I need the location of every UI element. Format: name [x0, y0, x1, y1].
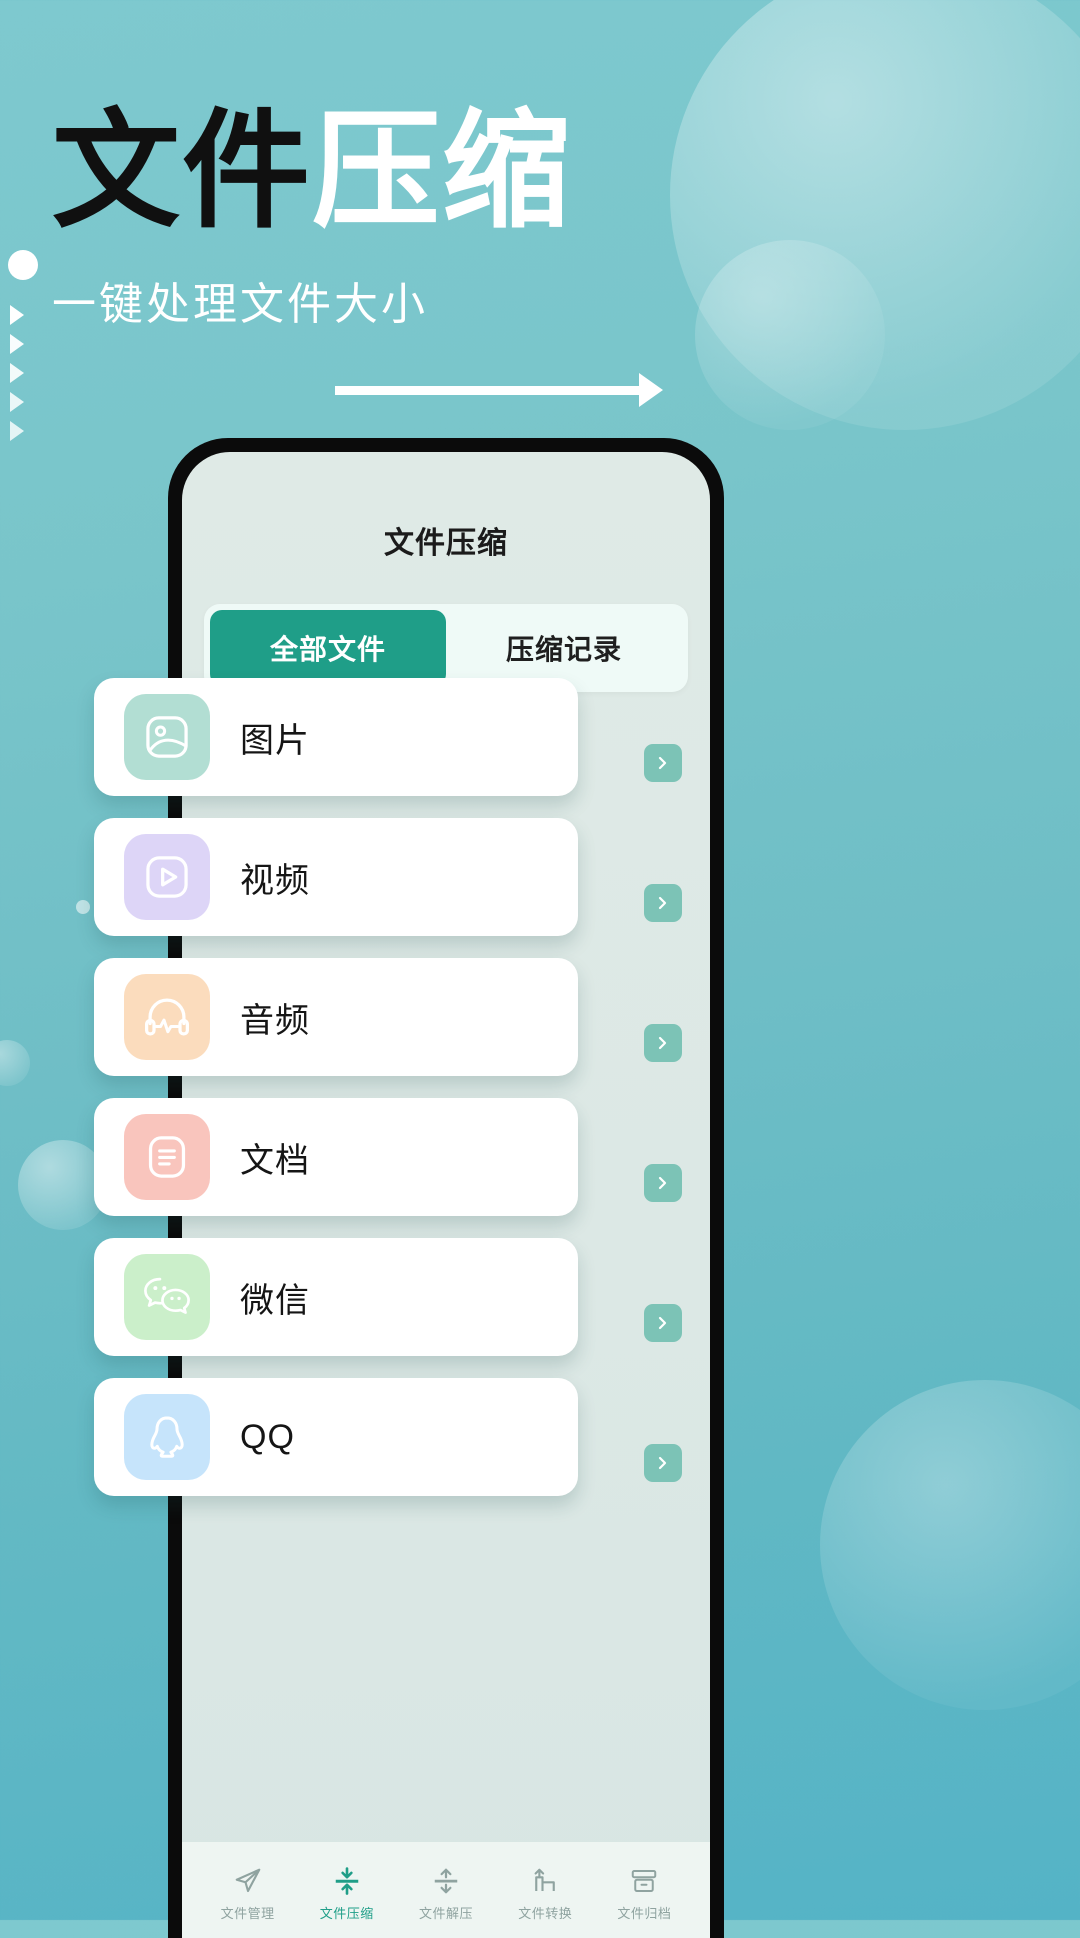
extract-icon [431, 1864, 461, 1898]
nav-label: 文件解压 [419, 1906, 474, 1921]
phone-mockup: 文件压缩 全部文件 压缩记录 文件管理 文件压缩 文件解压 文件转换 文件归档 … [94, 438, 724, 1938]
document-icon-tile [124, 1114, 210, 1200]
image-icon [146, 716, 188, 758]
nav-label: 文件压缩 [319, 1906, 374, 1921]
list-item[interactable]: 图片 [94, 678, 578, 796]
triangle-icon [10, 421, 24, 441]
list-item[interactable]: 文档 [94, 1098, 578, 1216]
triangle-icon [10, 305, 24, 325]
list-item-label: 文档 [240, 1141, 310, 1180]
compress-icon [332, 1864, 362, 1898]
image-icon-tile [124, 694, 210, 780]
list-item-label: 微信 [240, 1281, 310, 1320]
page-subtitle: 一键处理文件大小 [52, 280, 428, 329]
tab-all-files[interactable]: 全部文件 [210, 610, 446, 686]
list-item[interactable]: 音频 [94, 958, 578, 1076]
list-item[interactable]: 视频 [94, 818, 578, 936]
qq-icon-tile [124, 1394, 210, 1480]
video-icon [146, 856, 188, 898]
list-item-label: 视频 [240, 861, 310, 900]
triangle-icon [10, 334, 24, 354]
bottom-navigation-bar: 文件管理 文件压缩 文件解压 文件转换 文件归档 [182, 1842, 710, 1938]
nav-item-file-extract[interactable]: 文件解压 [396, 1864, 495, 1922]
decorative-arrow [335, 373, 663, 407]
file-category-list: 图片 视频 音频 文档 微信 QQ [94, 678, 794, 1518]
decorative-bubble-large-bottom-right [820, 1380, 1080, 1710]
archive-icon [629, 1864, 659, 1898]
list-item-label: 音频 [240, 1001, 310, 1040]
list-item-label: 图片 [240, 721, 310, 760]
arrow-line [335, 385, 640, 395]
wechat-icon [144, 1277, 190, 1314]
document-icon [148, 1136, 186, 1178]
video-icon-tile [124, 834, 210, 920]
page-title: 文件压缩 [52, 108, 572, 236]
decorative-dot-small [76, 900, 90, 914]
audio-icon-tile [124, 974, 210, 1060]
convert-icon [530, 1864, 560, 1898]
nav-item-file-compress[interactable]: 文件压缩 [297, 1864, 396, 1922]
decorative-dot-large [8, 250, 38, 280]
decorative-bubble-left-edge [0, 1040, 30, 1086]
list-item[interactable]: QQ [94, 1378, 578, 1496]
page-title-light: 压缩 [312, 100, 573, 243]
nav-label: 文件转换 [518, 1906, 573, 1921]
decorative-bubble-medium-top-right [695, 240, 885, 430]
audio-icon [145, 998, 189, 1036]
send-icon [233, 1864, 263, 1898]
list-item-label: QQ [240, 1417, 295, 1456]
wechat-icon-tile [124, 1254, 210, 1340]
app-title: 文件压缩 [384, 527, 508, 560]
page-title-dark: 文件 [52, 100, 313, 243]
triangle-icon [10, 392, 24, 412]
qq-icon [150, 1416, 184, 1458]
list-item[interactable]: 微信 [94, 1238, 578, 1356]
tab-compress-history[interactable]: 压缩记录 [446, 610, 682, 686]
nav-label: 文件管理 [220, 1906, 275, 1921]
arrow-head-icon [639, 373, 663, 407]
nav-item-file-archive[interactable]: 文件归档 [595, 1864, 694, 1922]
nav-item-file-convert[interactable]: 文件转换 [496, 1864, 595, 1922]
nav-item-file-manage[interactable]: 文件管理 [198, 1864, 297, 1922]
decorative-triangle-column [10, 305, 24, 441]
triangle-icon [10, 363, 24, 383]
nav-label: 文件归档 [617, 1906, 672, 1921]
